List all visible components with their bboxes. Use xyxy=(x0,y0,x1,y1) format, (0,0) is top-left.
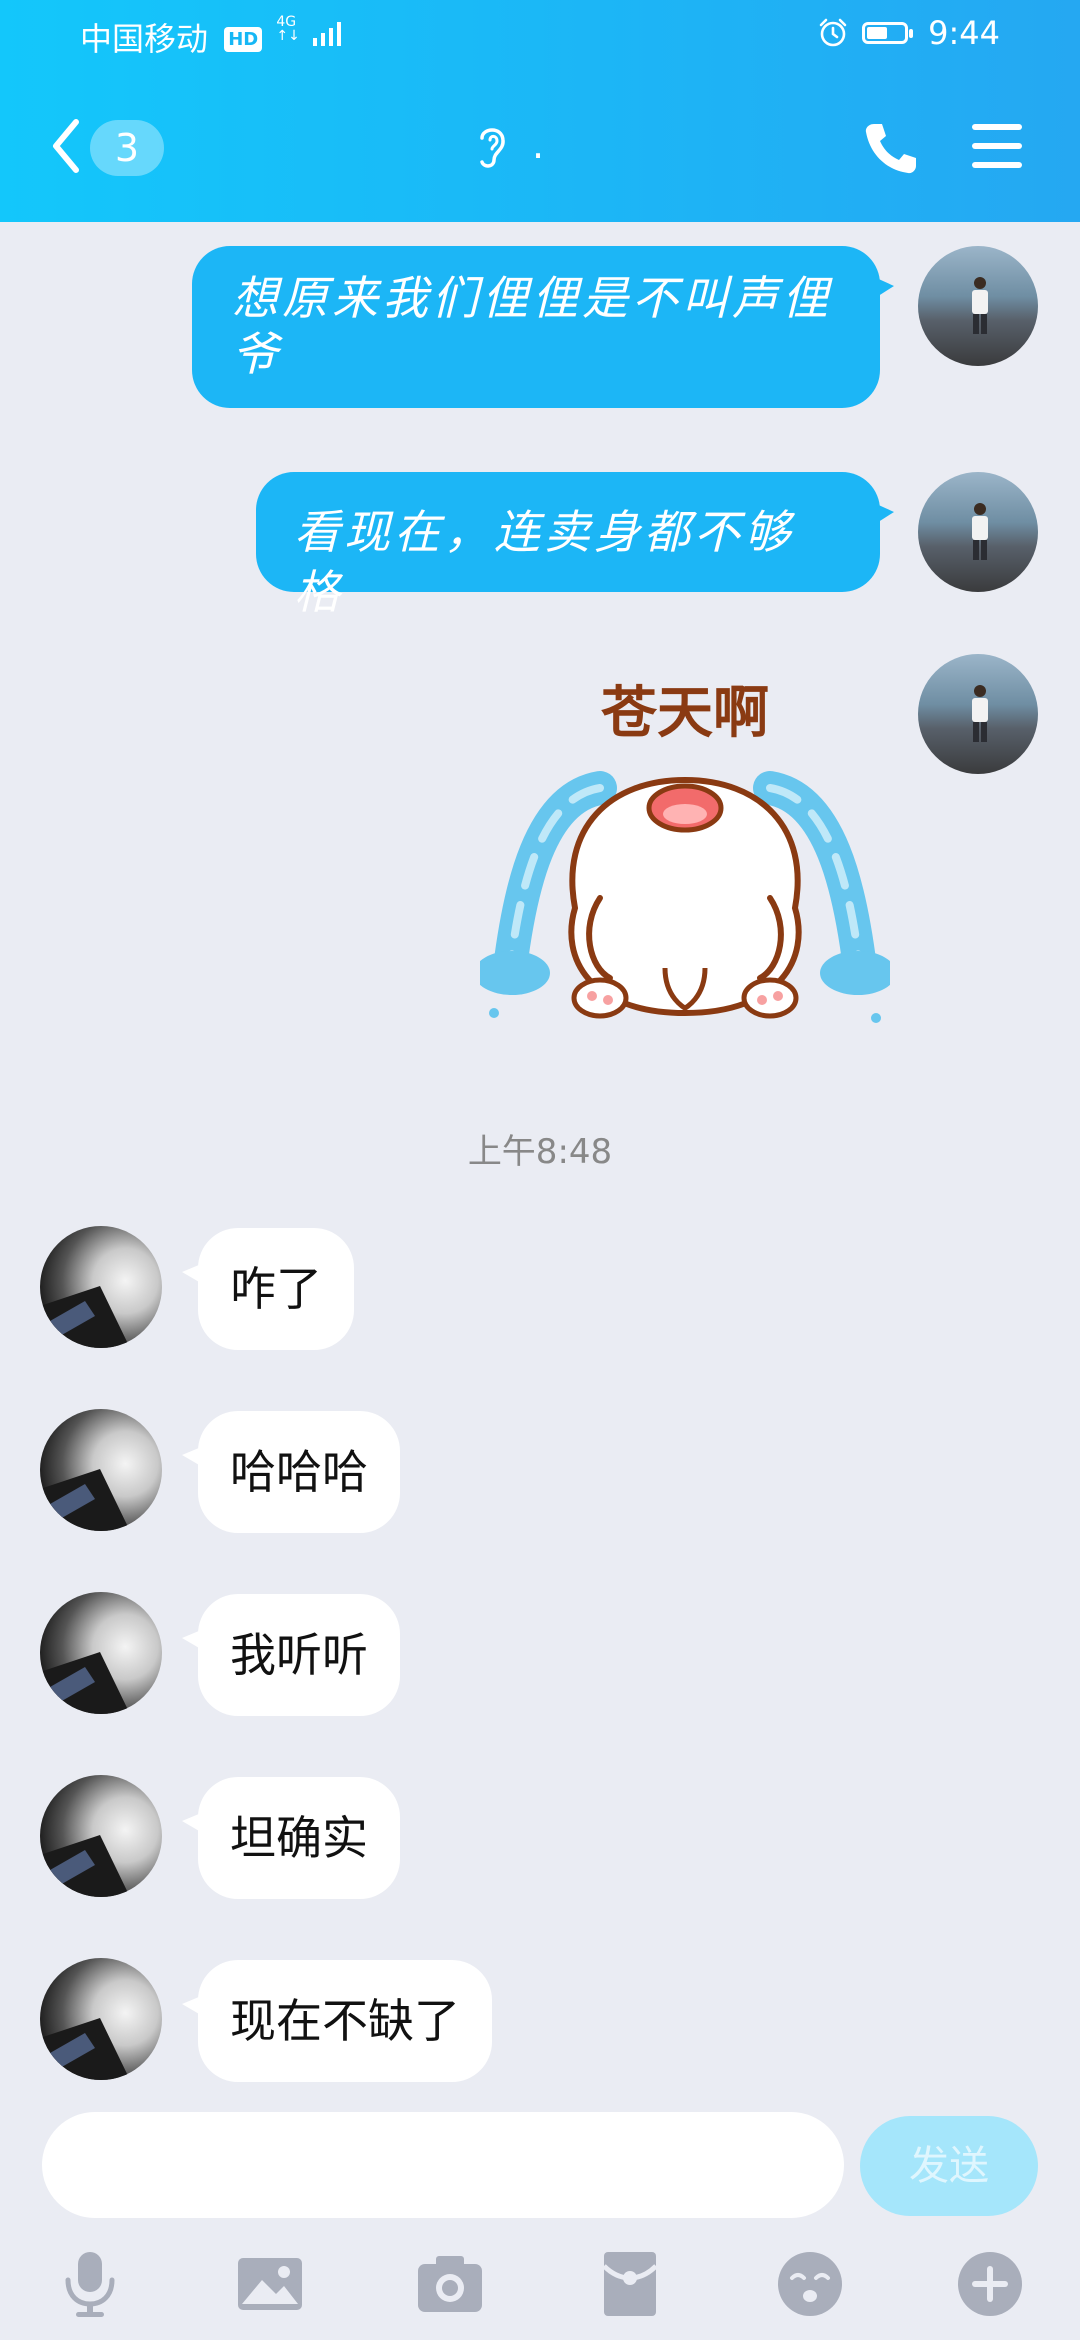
chat-title[interactable]: . xyxy=(472,120,544,170)
avatar[interactable] xyxy=(40,1958,162,2080)
avatar[interactable] xyxy=(918,246,1038,366)
message-input[interactable] xyxy=(42,2112,844,2218)
message-text: 哈哈哈 xyxy=(230,1445,368,1499)
avatar[interactable] xyxy=(918,654,1038,774)
status-right: 9:44 xyxy=(818,14,1000,52)
message-text: 现在不缺了 xyxy=(230,1994,460,2048)
avatar[interactable] xyxy=(40,1592,162,1714)
avatar[interactable] xyxy=(40,1226,162,1348)
message-text: 咋了 xyxy=(230,1262,322,1316)
network-type: 4G ↑↓ xyxy=(276,15,299,43)
sticker-caption: 苍天啊 xyxy=(601,681,769,746)
incoming-message[interactable]: 哈哈哈 xyxy=(182,1411,400,1533)
alarm-icon xyxy=(819,18,847,47)
outgoing-message[interactable]: 看现在，连卖身都不够格 xyxy=(256,472,894,619)
input-toolbar xyxy=(0,2240,1080,2330)
red-packet-icon[interactable] xyxy=(594,2248,666,2320)
incoming-message[interactable]: 坦确实 xyxy=(182,1777,400,1899)
earpiece-mode-icon xyxy=(480,128,505,168)
send-button[interactable]: 发送 xyxy=(860,2116,1038,2216)
incoming-message[interactable]: 现在不缺了 xyxy=(182,1960,492,2082)
image-icon[interactable] xyxy=(234,2248,306,2320)
chat-header: 中国移动 HD 4G ↑↓ 9:44 3 . xyxy=(0,0,1080,222)
unread-badge[interactable]: 3 xyxy=(90,120,164,176)
back-arrow-icon[interactable] xyxy=(46,116,90,176)
camera-icon[interactable] xyxy=(414,2248,486,2320)
carrier-name: 中国移动 xyxy=(80,20,209,58)
message-text: 坦确实 xyxy=(230,1811,368,1865)
hd-badge: HD xyxy=(224,27,263,52)
battery-icon xyxy=(862,22,914,44)
avatar[interactable] xyxy=(40,1775,162,1897)
message-text: 看现在，连卖身都不够格 xyxy=(294,505,794,619)
incoming-message[interactable]: 咋了 xyxy=(182,1228,354,1350)
avatar[interactable] xyxy=(918,472,1038,592)
message-text: 我听听 xyxy=(230,1628,368,1682)
network-arrows: ↑↓ xyxy=(276,28,300,44)
menu-icon[interactable] xyxy=(970,118,1024,174)
avatar[interactable] xyxy=(40,1409,162,1531)
carrier-info: 中国移动 HD 4G ↑↓ xyxy=(80,14,346,60)
message-timestamp: 上午8:48 xyxy=(467,1132,613,1172)
status-bar: 中国移动 HD 4G ↑↓ 9:44 xyxy=(80,14,1000,64)
crying-rabbit-icon: 苍天啊 xyxy=(474,681,896,1023)
phone-call-icon[interactable] xyxy=(860,118,920,178)
contact-name: . xyxy=(532,123,545,167)
emoji-icon[interactable] xyxy=(774,2248,846,2320)
clock: 9:44 xyxy=(928,14,1000,52)
outgoing-message[interactable]: 想原来我们俚俚是不叫声俚爷 xyxy=(192,246,894,408)
signal-icon xyxy=(313,22,342,46)
crying-sticker[interactable]: 苍天啊 xyxy=(474,668,896,1038)
message-text: 想原来我们俚俚是不叫声俚爷 xyxy=(232,271,832,381)
plus-icon[interactable] xyxy=(954,2248,1026,2320)
microphone-icon[interactable] xyxy=(54,2248,126,2320)
incoming-message[interactable]: 我听听 xyxy=(182,1594,400,1716)
